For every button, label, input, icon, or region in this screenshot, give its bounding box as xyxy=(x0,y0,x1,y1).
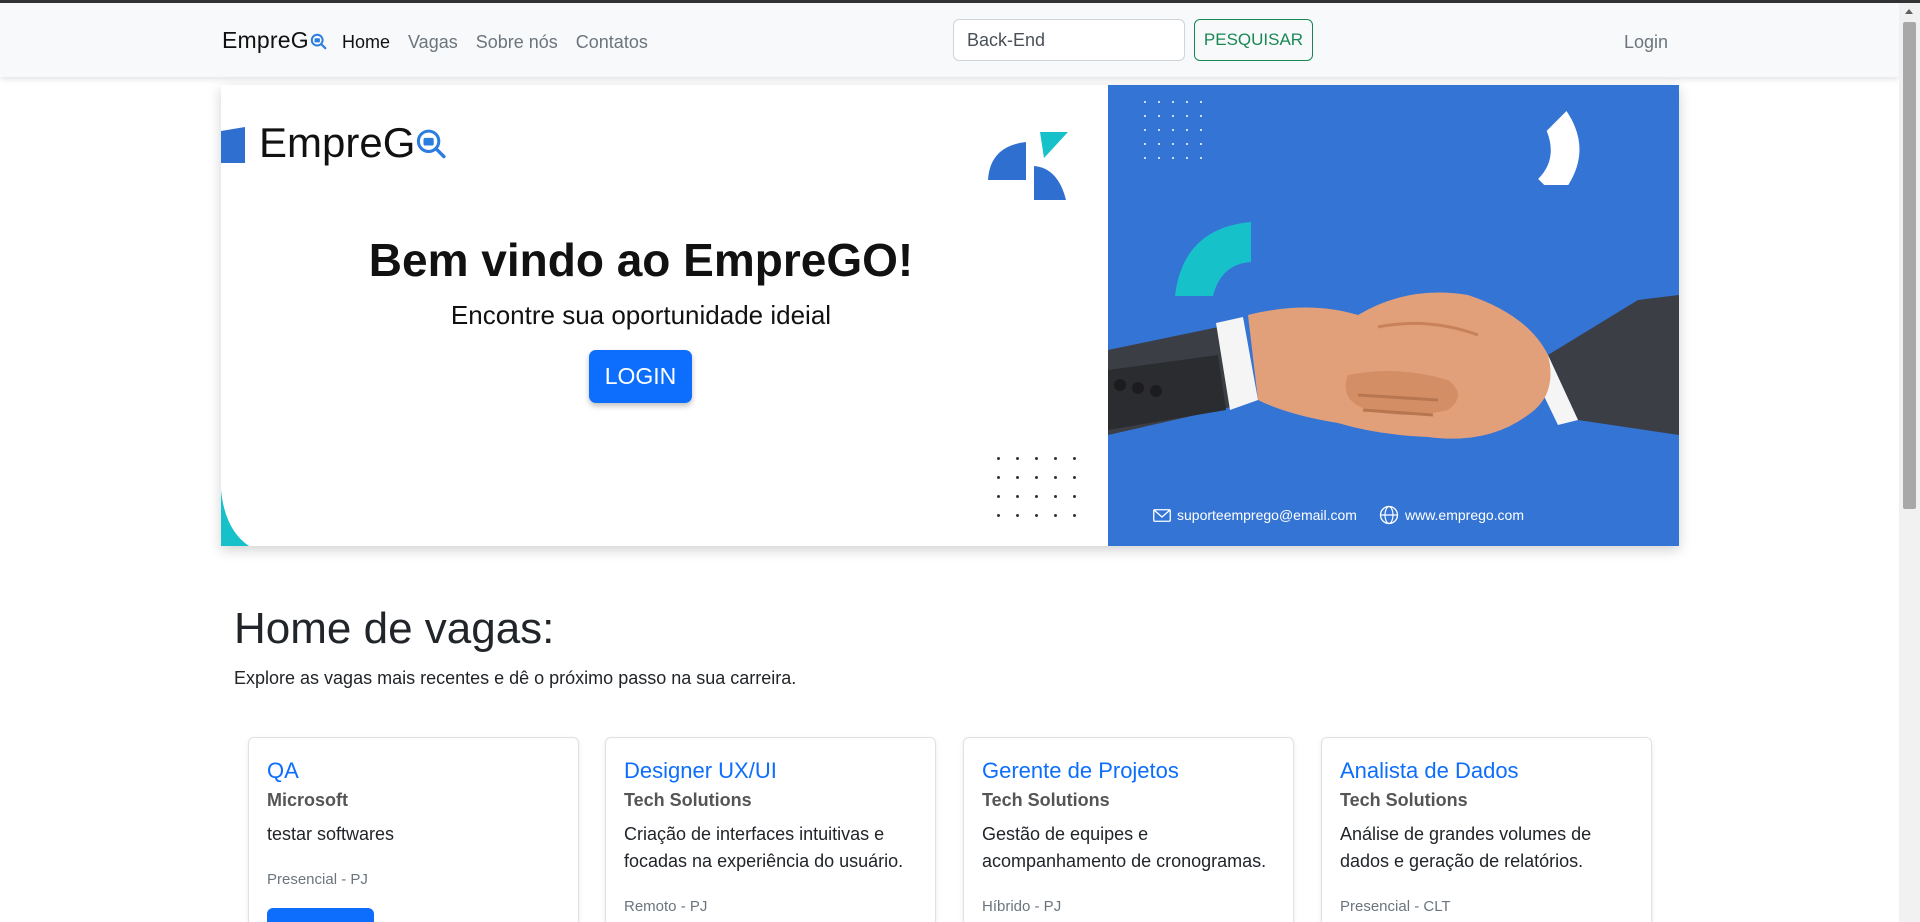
dot-grid-bottom xyxy=(997,457,1076,517)
search-button[interactable]: PESQUISAR xyxy=(1194,19,1313,61)
job-description: Análise de grandes volumes de dados e ge… xyxy=(1340,824,1592,871)
globe-icon xyxy=(1379,505,1399,525)
job-title[interactable]: Designer UX/UI xyxy=(624,758,777,784)
job-title[interactable]: Gerente de Projetos xyxy=(982,758,1179,784)
job-company: Microsoft xyxy=(267,790,348,810)
job-company: Tech Solutions xyxy=(982,790,1110,810)
job-company: Tech Solutions xyxy=(624,790,752,810)
job-card[interactable]: QA Microsoft testar softwares Presencial… xyxy=(248,737,579,922)
nav-home[interactable]: Home xyxy=(342,32,390,53)
hero-title: Bem vindo ao EmpreGO! xyxy=(368,234,914,286)
envelope-icon xyxy=(1153,508,1171,522)
hero-logo-text: EmpreG xyxy=(259,119,416,166)
hero-image-panel: suporteemprego@email.com www.emprego.com xyxy=(1108,85,1679,546)
job-description: testar softwares xyxy=(267,824,395,844)
contact-info: suporteemprego@email.com www.emprego.com xyxy=(1153,505,1524,525)
hero-login-button[interactable]: LOGIN xyxy=(589,350,692,403)
job-details-button[interactable] xyxy=(267,908,374,922)
login-link[interactable]: Login xyxy=(1624,32,1668,53)
nav-contatos[interactable]: Contatos xyxy=(576,32,648,53)
blue-corner-shape-icon xyxy=(221,127,245,163)
brand-text: EmpreG xyxy=(222,27,309,53)
nav-links: Home Vagas Sobre nós Contatos xyxy=(342,32,648,53)
contact-email-text: suporteemprego@email.com xyxy=(1177,507,1357,523)
scroll-up-arrow-icon[interactable] xyxy=(1905,9,1913,14)
job-description: Criação de interfaces intuitivas e focad… xyxy=(624,824,904,871)
page-scrollbar[interactable] xyxy=(1899,3,1920,922)
section-title: Home de vagas: xyxy=(234,604,555,653)
job-title[interactable]: Analista de Dados xyxy=(1340,758,1519,784)
search-input[interactable] xyxy=(953,19,1185,61)
job-card[interactable]: Analista de Dados Tech Solutions Análise… xyxy=(1321,737,1652,922)
hero-logo: EmpreG xyxy=(259,119,449,167)
nav-sobre[interactable]: Sobre nós xyxy=(476,32,558,53)
hero-subtitle: Encontre sua oportunidade ideial xyxy=(450,300,832,330)
job-meta: Presencial - CLT xyxy=(1340,898,1451,915)
dot-grid-top xyxy=(1144,101,1202,159)
hero-left-panel: EmpreG Bem vindo ao EmpreGO! Encontre su… xyxy=(221,85,1108,546)
handshake-image xyxy=(1108,292,1679,439)
contact-website[interactable]: www.emprego.com xyxy=(1379,505,1524,525)
scrollbar-thumb[interactable] xyxy=(1903,22,1916,509)
navbar: EmpreG Home Vagas Sobre nós Contatos PES… xyxy=(0,3,1899,77)
magnifier-briefcase-icon xyxy=(417,129,446,159)
job-card[interactable]: Designer UX/UI Tech Solutions Criação de… xyxy=(605,737,936,922)
job-card[interactable]: Gerente de Projetos Tech Solutions Gestã… xyxy=(963,737,1294,922)
hero-banner: EmpreG Bem vindo ao EmpreGO! Encontre su… xyxy=(221,85,1679,546)
brand-logo[interactable]: EmpreG xyxy=(222,27,328,54)
section-subtitle: Explore as vagas mais recentes e dê o pr… xyxy=(234,668,797,688)
white-arc-shape-icon xyxy=(1538,111,1580,185)
nav-vagas[interactable]: Vagas xyxy=(408,32,458,53)
job-meta: Remoto - PJ xyxy=(624,898,708,915)
contact-website-text: www.emprego.com xyxy=(1404,507,1525,523)
job-description: Gestão de equipes e acompanhamento de cr… xyxy=(982,824,1267,871)
job-title[interactable]: QA xyxy=(267,758,299,784)
job-company: Tech Solutions xyxy=(1340,790,1468,810)
contact-email[interactable]: suporteemprego@email.com xyxy=(1153,507,1357,523)
job-meta: Híbrido - PJ xyxy=(982,898,1062,915)
magnifier-briefcase-icon xyxy=(310,33,327,49)
job-meta: Presencial - PJ xyxy=(267,871,368,888)
teal-corner-arc-icon xyxy=(221,490,249,546)
abstract-logo-shapes-icon xyxy=(988,132,1068,200)
